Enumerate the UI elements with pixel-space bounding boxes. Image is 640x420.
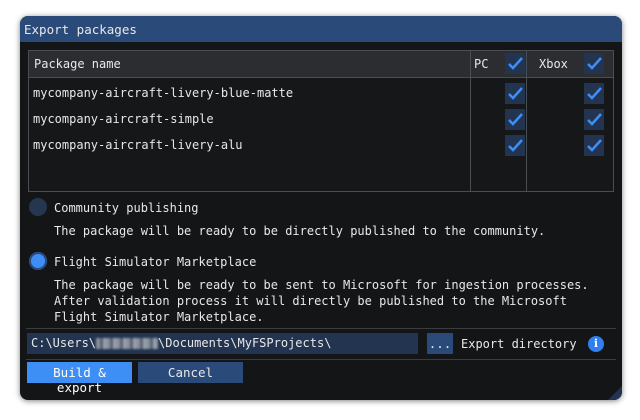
pc-select-all-checkbox[interactable]: [505, 53, 525, 74]
export-packages-dialog: Export packages Package name PC Xbox myc…: [20, 16, 622, 400]
community-publishing-label[interactable]: Community publishing: [54, 201, 199, 215]
cancel-button[interactable]: Cancel: [138, 362, 243, 383]
marketplace-description-line: After validation process it will directl…: [54, 294, 567, 308]
marketplace-radio[interactable]: [29, 252, 47, 270]
marketplace-description-line: The package will be ready to be sent to …: [54, 278, 589, 292]
package-name: mycompany-aircraft-simple: [33, 112, 214, 126]
column-pc: PC: [474, 57, 489, 71]
divider: [26, 359, 616, 360]
community-publishing-radio[interactable]: [29, 198, 47, 216]
check-icon: [508, 139, 523, 152]
check-icon: [508, 87, 523, 100]
redacted-username: [96, 338, 159, 349]
xbox-checkbox[interactable]: [584, 109, 604, 130]
export-directory-input[interactable]: C:\Users\ \Documents\MyFSProjects\: [27, 333, 418, 354]
path-prefix: C:\Users\: [31, 336, 97, 350]
xbox-checkbox[interactable]: [584, 135, 604, 156]
xbox-select-all-checkbox[interactable]: [584, 53, 604, 74]
check-icon: [508, 57, 523, 70]
check-icon: [587, 113, 602, 126]
column-xbox: Xbox: [539, 57, 568, 71]
browse-button[interactable]: ...: [427, 333, 453, 354]
marketplace-label[interactable]: Flight Simulator Marketplace: [54, 255, 256, 269]
xbox-checkbox[interactable]: [584, 83, 604, 104]
community-publishing-description: The package will be ready to be directly…: [54, 224, 546, 238]
pc-checkbox[interactable]: [505, 109, 525, 130]
dialog-title[interactable]: Export packages: [20, 16, 622, 42]
path-suffix: \Documents\MyFSProjects\: [158, 336, 332, 350]
pc-checkbox[interactable]: [505, 83, 525, 104]
packages-table: Package name PC Xbox mycompany-aircraft-…: [28, 50, 614, 192]
pc-checkbox[interactable]: [505, 135, 525, 156]
package-name: mycompany-aircraft-livery-alu: [33, 138, 243, 152]
column-package-name: Package name: [34, 57, 121, 71]
check-icon: [508, 113, 523, 126]
build-export-button[interactable]: Build & export: [27, 362, 132, 395]
divider: [26, 328, 616, 329]
export-directory-label: Export directory: [461, 337, 577, 351]
info-icon[interactable]: i: [588, 336, 604, 352]
resize-grip[interactable]: [608, 386, 622, 400]
check-icon: [587, 57, 602, 70]
check-icon: [587, 139, 602, 152]
check-icon: [587, 87, 602, 100]
marketplace-description-line: Flight Simulator Marketplace.: [54, 310, 264, 324]
package-name: mycompany-aircraft-livery-blue-matte: [33, 86, 294, 100]
